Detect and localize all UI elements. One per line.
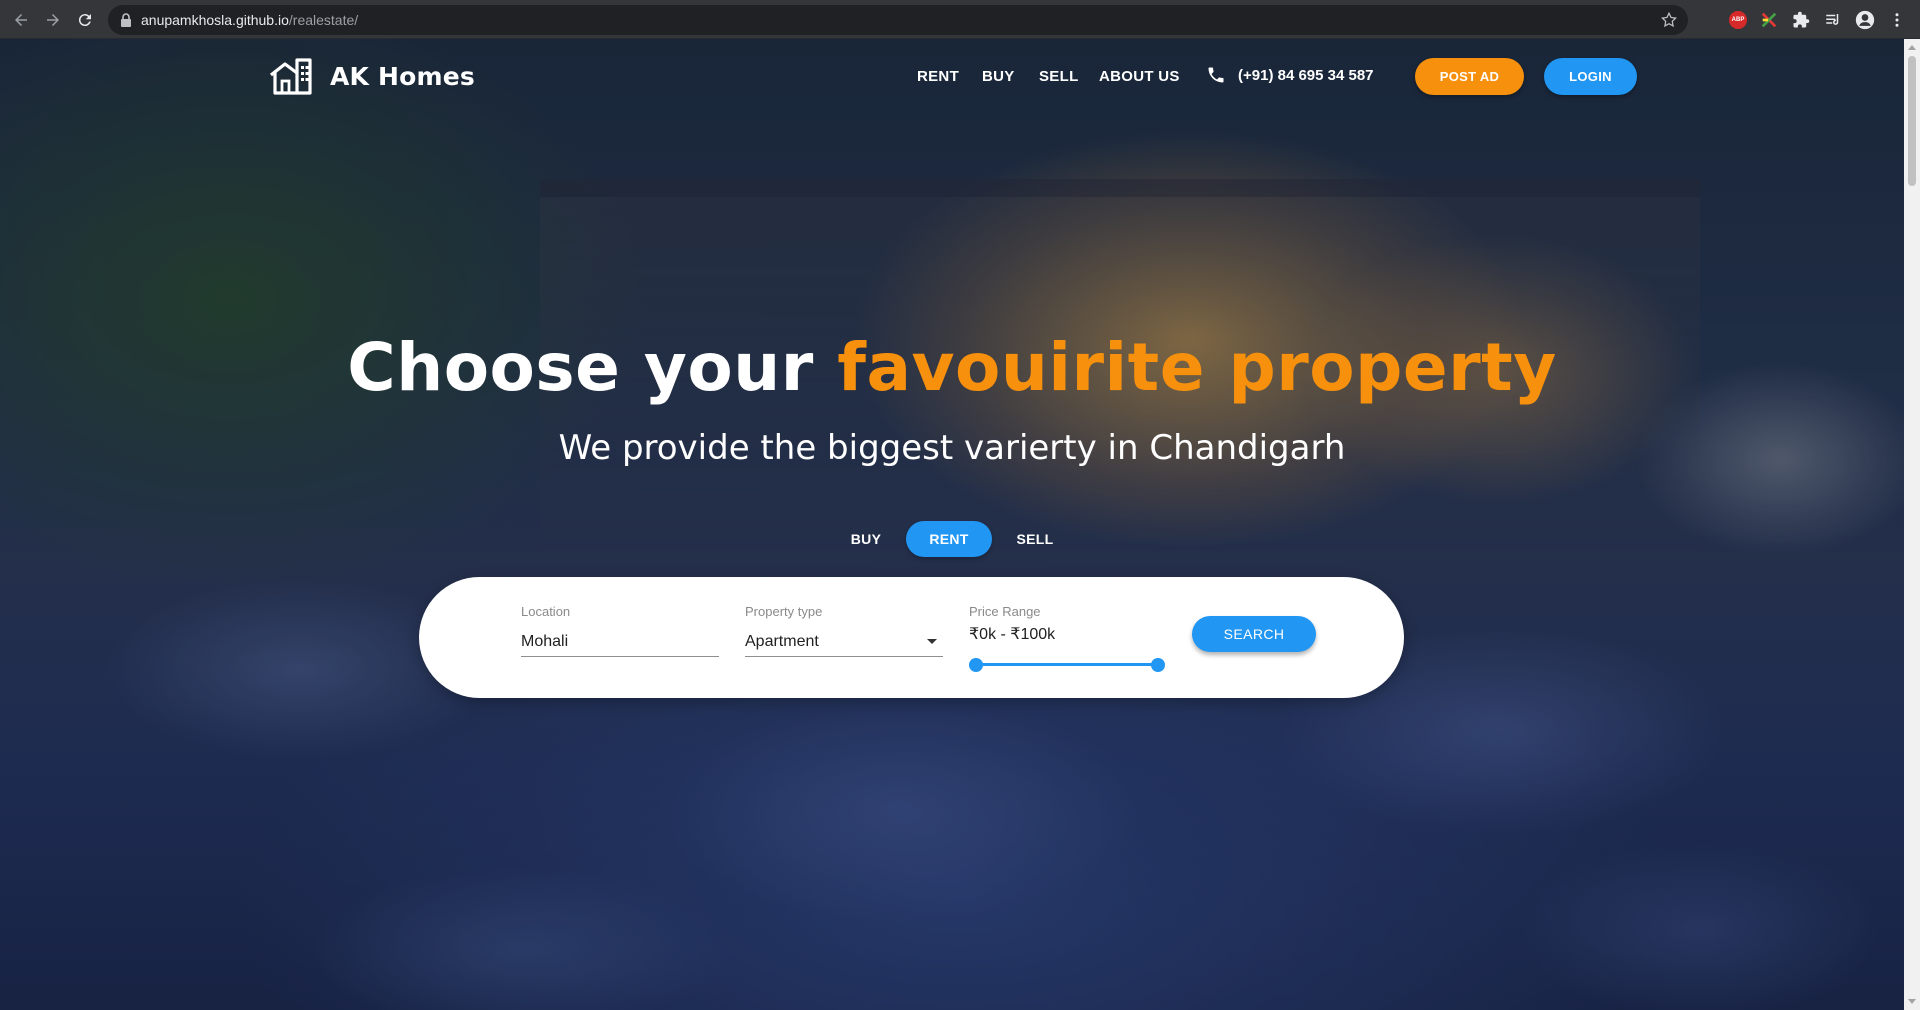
price-range-slider[interactable]	[969, 657, 1165, 672]
address-bar[interactable]: anupamkhosla.github.io/realestate/	[108, 5, 1688, 35]
lock-icon	[121, 13, 131, 27]
search-panel: Location Mohali Property type Apartment …	[419, 577, 1404, 698]
property-type-value: Apartment	[745, 632, 819, 650]
phone-contact[interactable]: (+91) 84 695 34 587	[1206, 65, 1374, 85]
menu-icon[interactable]	[1887, 10, 1907, 30]
price-range-field: Price Range ₹0k - ₹100k	[969, 604, 1165, 672]
puzzle-icon[interactable]	[1791, 10, 1811, 30]
property-type-field[interactable]: Property type Apartment	[745, 604, 943, 657]
slider-thumb-max[interactable]	[1151, 658, 1165, 672]
hero-title-accent: favouirite property	[837, 329, 1557, 406]
post-ad-button[interactable]: POST AD	[1415, 58, 1524, 95]
location-input[interactable]: Mohali	[521, 627, 719, 657]
login-button[interactable]: LOGIN	[1544, 58, 1637, 95]
price-range-value: ₹0k - ₹100k	[969, 626, 1056, 643]
hero-title-plain: Choose your	[347, 329, 838, 406]
scroll-thumb[interactable]	[1908, 56, 1916, 186]
url-text: anupamkhosla.github.io/realestate/	[141, 12, 358, 28]
nav-link-sell[interactable]: SELL	[1039, 68, 1079, 85]
hero-subtitle: We provide the biggest varierty in Chand…	[558, 428, 1346, 468]
location-label: Location	[521, 604, 571, 619]
color-picker-icon[interactable]	[1759, 10, 1779, 30]
house-logo-icon	[270, 58, 312, 95]
location-value: Mohali	[521, 632, 569, 650]
dropdown-caret-icon	[927, 639, 937, 644]
bookmark-star-icon[interactable]	[1660, 11, 1678, 29]
phone-icon	[1208, 67, 1224, 83]
hero-title: Choose your favouirite property	[0, 329, 1904, 406]
scroll-down-icon[interactable]	[1908, 999, 1916, 1004]
reload-icon[interactable]	[74, 9, 96, 31]
abp-icon[interactable]: ABP	[1728, 10, 1748, 30]
browser-toolbar: anupamkhosla.github.io/realestate/ ABP	[0, 0, 1920, 39]
reading-list-icon[interactable]	[1823, 10, 1843, 30]
back-icon[interactable]	[10, 9, 32, 31]
property-type-label: Property type	[745, 604, 823, 619]
nav-link-buy[interactable]: BUY	[982, 68, 1015, 85]
nav-link-rent[interactable]: RENT	[917, 68, 959, 85]
scroll-up-icon[interactable]	[1908, 45, 1916, 50]
tab-buy[interactable]: BUY	[840, 521, 892, 557]
brand-name: AK Homes	[330, 61, 476, 91]
page-scrollbar[interactable]	[1904, 39, 1920, 1010]
tab-rent[interactable]: RENT	[906, 521, 992, 557]
slider-track	[976, 663, 1161, 666]
abp-label: ABP	[1729, 11, 1747, 29]
phone-number: (+91) 84 695 34 587	[1238, 66, 1374, 84]
url-path: /realestate/	[288, 12, 359, 28]
location-field[interactable]: Location Mohali	[521, 604, 719, 657]
search-button[interactable]: SEARCH	[1192, 616, 1316, 652]
nav-link-about-us[interactable]: ABOUT US	[1099, 68, 1180, 85]
url-host: anupamkhosla.github.io	[141, 12, 289, 28]
slider-thumb-min[interactable]	[969, 658, 983, 672]
profile-icon[interactable]	[1855, 10, 1875, 30]
tab-sell[interactable]: SELL	[1008, 521, 1062, 557]
brand-logo[interactable]: AK Homes	[268, 57, 475, 95]
price-range-label: Price Range	[969, 604, 1041, 619]
forward-icon[interactable]	[42, 9, 64, 31]
listing-type-tabs: BUY RENT SELL	[0, 521, 1904, 557]
hero-section: AK Homes RENT BUY SELL ABOUT US (+91) 84…	[0, 39, 1904, 1010]
property-type-select[interactable]: Apartment	[745, 627, 943, 657]
